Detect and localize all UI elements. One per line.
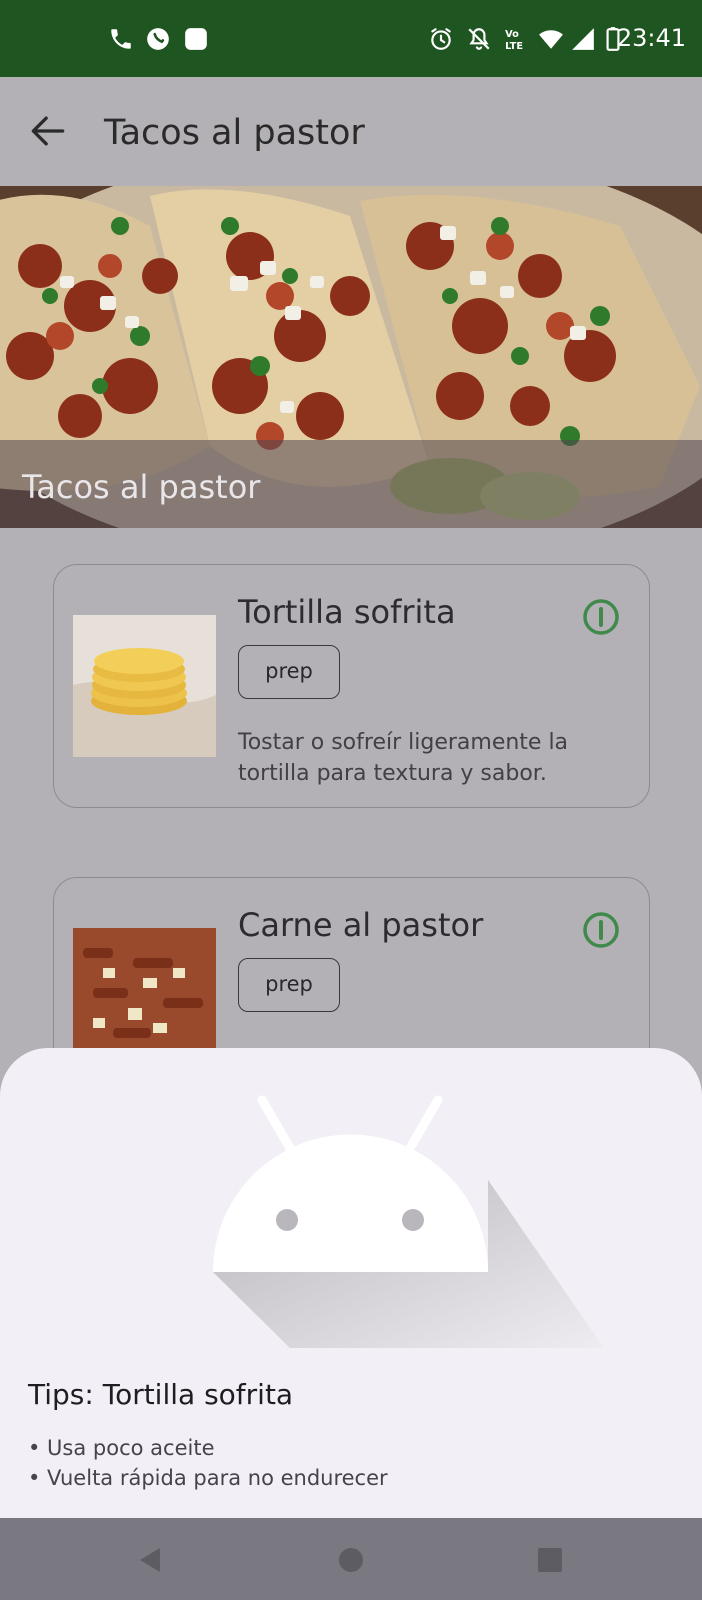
step-description: Tostar o sofreír ligeramente la tortilla… [238,730,569,786]
back-arrow-icon[interactable] [26,109,70,153]
hero-caption-bar: Tacos al pastor [0,440,702,528]
signal-icon [572,28,594,50]
system-nav-bar [0,1518,702,1600]
volte-icon: Vo LTE [505,29,523,52]
tips-bottom-sheet[interactable]: Tips: Tortilla sofrita • Usa poco aceite… [0,1048,702,1518]
whatsapp-icon [147,28,169,50]
nav-home-icon[interactable] [331,1540,371,1580]
prep-chip[interactable]: prep [238,958,340,1012]
tips-list: • Usa poco aceite • Vuelta rápida para n… [28,1433,388,1493]
page-title: Tacos al pastor [104,113,365,153]
status-time: 23:41 [616,24,686,52]
nav-back-icon[interactable] [130,1540,170,1580]
phone-icon [111,29,131,49]
android-robot-icon [213,1095,604,1348]
nav-recents-icon[interactable] [530,1540,570,1580]
prep-chip[interactable]: prep [238,645,340,699]
app-square-icon [185,28,207,50]
status-bar: Vo LTE 23:41 [0,0,702,77]
tip-item: • Vuelta rápida para no endurecer [28,1466,388,1490]
tip-item: • Usa poco aceite [28,1436,215,1460]
notifications-off-icon [468,28,490,50]
info-icon[interactable] [581,597,621,637]
sheet-title: Tips: Tortilla sofrita [28,1378,294,1411]
info-icon[interactable] [581,910,621,950]
hero-image: Tacos al pastor [0,186,702,528]
wifi-icon [539,30,563,49]
step-card[interactable]: Tortilla sofrita prep Tostar o sofreír l… [53,564,650,808]
hero-caption: Tacos al pastor [22,468,261,506]
svg-text:LTE: LTE [505,41,523,52]
step-title: Carne al pastor [238,906,484,944]
alarm-icon [431,28,451,50]
step-thumbnail [73,615,216,757]
app-bar: Tacos al pastor [0,77,702,186]
step-title: Tortilla sofrita [238,593,456,631]
svg-text:Vo: Vo [505,29,519,40]
